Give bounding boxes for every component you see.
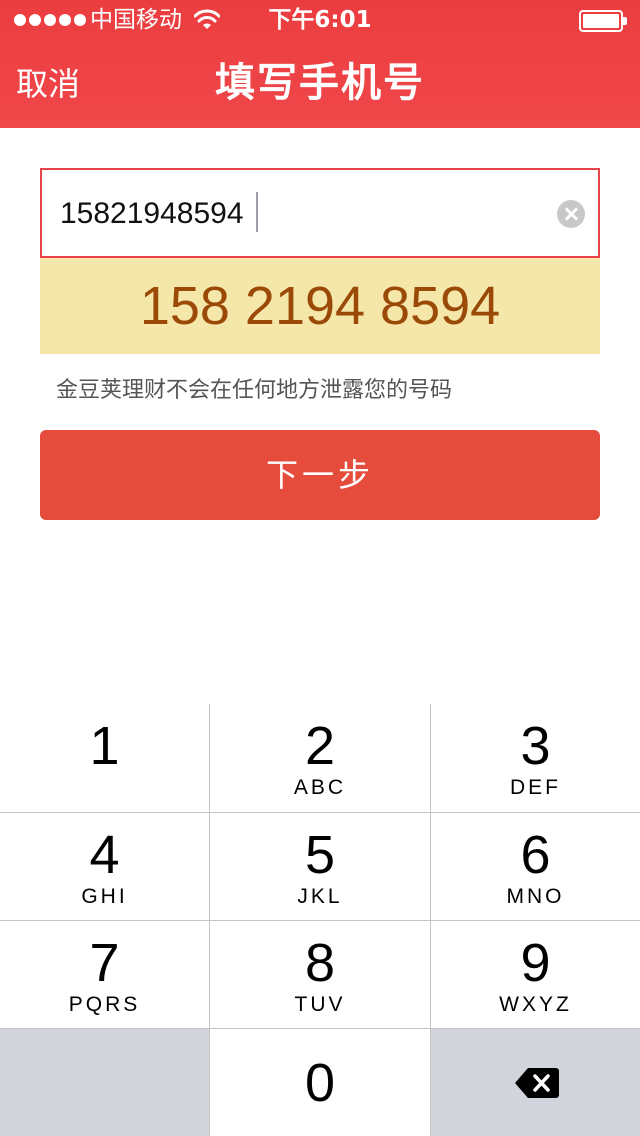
key-letters: GHI xyxy=(81,885,128,908)
text-cursor xyxy=(256,192,258,232)
keypad-divider xyxy=(0,812,640,813)
key-9[interactable]: 9 WXYZ xyxy=(431,921,640,1028)
key-letters: JKL xyxy=(297,885,343,908)
clear-icon[interactable] xyxy=(557,200,585,228)
key-digit: 4 xyxy=(89,825,120,885)
key-letters: TUV xyxy=(294,993,346,1016)
formatted-phone-preview: 158 2194 8594 xyxy=(40,258,600,354)
key-digit: 6 xyxy=(520,825,551,885)
key-letters: WXYZ xyxy=(499,993,572,1016)
key-8[interactable]: 8 TUV xyxy=(210,921,430,1028)
key-2[interactable]: 2 ABC xyxy=(210,704,430,812)
keypad-divider xyxy=(0,1028,640,1029)
key-1[interactable]: 1 xyxy=(0,704,209,812)
key-digit: 2 xyxy=(304,716,336,776)
phone-input-field[interactable] xyxy=(40,168,600,258)
next-step-button[interactable]: 下一步 xyxy=(40,430,600,520)
key-letters: PQRS xyxy=(68,993,141,1016)
key-digit: 7 xyxy=(89,933,120,993)
key-blank xyxy=(0,1029,209,1136)
header: 中国移动 下午6:01 取消 填写手机号 xyxy=(0,0,640,128)
key-letters: ABC xyxy=(293,776,347,799)
privacy-note: 金豆荚理财不会在任何地方泄露您的号码 xyxy=(56,378,453,403)
key-digit: 9 xyxy=(520,933,551,993)
battery-icon xyxy=(579,10,627,32)
key-3[interactable]: 3 DEF xyxy=(431,704,640,812)
status-time: 下午6:01 xyxy=(268,7,372,33)
keypad-divider xyxy=(0,920,640,921)
page-title: 填写手机号 xyxy=(215,60,425,106)
key-0[interactable]: 0 xyxy=(210,1029,430,1136)
key-7[interactable]: 7 PQRS xyxy=(0,921,209,1028)
backspace-icon xyxy=(515,1068,559,1098)
key-6[interactable]: 6 MNO xyxy=(431,813,640,920)
key-5[interactable]: 5 JKL xyxy=(210,813,430,920)
key-digit: 8 xyxy=(304,933,336,993)
key-letters: MNO xyxy=(506,885,565,908)
status-bar: 中国移动 下午6:01 xyxy=(0,0,640,40)
key-digit: 3 xyxy=(520,716,551,776)
key-letters: DEF xyxy=(510,776,561,799)
key-digit: 1 xyxy=(89,716,120,776)
key-digit: 0 xyxy=(304,1053,336,1113)
phone-input[interactable] xyxy=(60,192,540,236)
key-4[interactable]: 4 GHI xyxy=(0,813,209,920)
key-digit: 5 xyxy=(304,825,336,885)
